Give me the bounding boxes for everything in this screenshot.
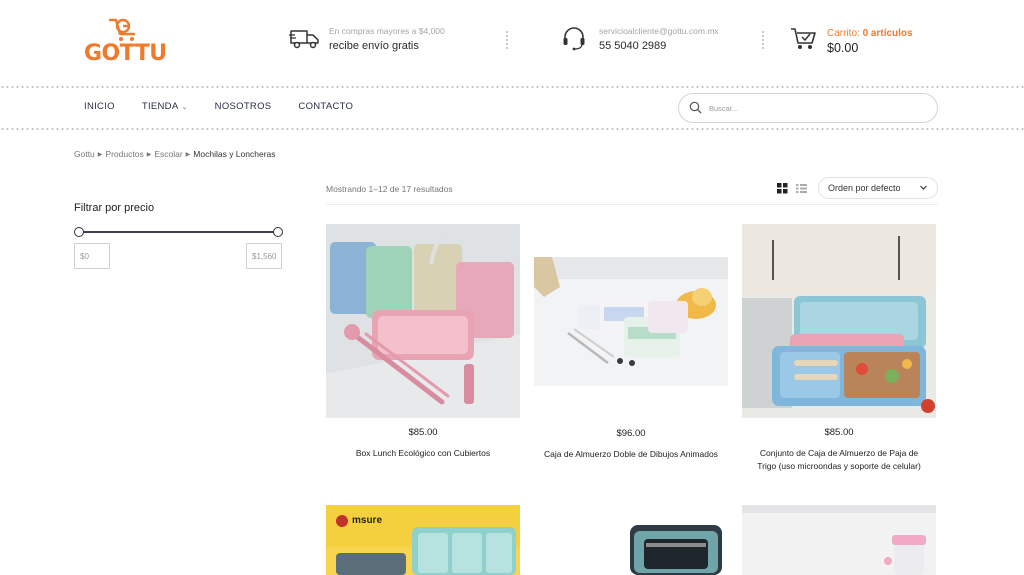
free-shipping-info: En compras mayores a $4,000 recibe envío… — [289, 24, 489, 60]
product-price: $85.00 — [824, 427, 854, 438]
grid-view-icon[interactable] — [777, 183, 788, 194]
msure-brand-label: msure — [352, 515, 383, 526]
cart-icon — [791, 28, 816, 49]
price-max-field[interactable]: $1,560 — [246, 243, 282, 269]
product-image[interactable] — [742, 505, 936, 575]
contact-phone[interactable]: 55 5040 2989 — [599, 40, 666, 52]
slider-max-handle[interactable] — [273, 227, 283, 237]
shipping-note: En compras mayores a $4,000 — [329, 26, 445, 36]
price-min-field[interactable]: $0 — [74, 243, 110, 269]
breadcrumb-link-gottu[interactable]: Gottu — [74, 149, 95, 159]
contact-email[interactable]: servicioalcliente@gottu.com.mx — [599, 26, 719, 36]
nav-contacto[interactable]: CONTACTO — [298, 101, 353, 112]
nav-dotted-divider — [0, 128, 1024, 130]
product-image[interactable] — [326, 224, 520, 418]
cart-summary[interactable]: Carrito: 0 artículos $0.00 — [790, 24, 940, 60]
breadcrumb-link-productos[interactable]: Productos — [105, 149, 143, 159]
header-divider — [762, 30, 764, 50]
nav-nosotros[interactable]: NOSOTROS — [215, 101, 272, 112]
cart-label: Carrito: — [827, 28, 860, 39]
cart-count: Carrito: 0 artículos — [827, 28, 913, 39]
product-image[interactable] — [534, 505, 728, 575]
logo-text: GOTTU — [84, 41, 167, 66]
breadcrumb-sep-icon: ▶ — [97, 152, 103, 158]
site-header: GOTTU En compras mayores a $4,000 recibe… — [0, 0, 1024, 86]
nav-label: TIENDA — [141, 101, 179, 112]
results-divider — [326, 204, 938, 205]
nav-label: CONTACTO — [298, 101, 354, 112]
cart-logo-icon — [108, 18, 136, 41]
nav-label: NOSOTROS — [214, 101, 272, 112]
header-dotted-divider — [0, 86, 1024, 88]
product-image[interactable] — [534, 257, 728, 386]
product-name[interactable]: Box Lunch Ecológico con Cubiertos — [334, 447, 512, 460]
search-box — [678, 93, 938, 123]
product-image[interactable]: msure — [326, 505, 520, 575]
nav-label: INICIO — [84, 101, 115, 112]
nav-inicio[interactable]: INICIO — [84, 101, 115, 112]
slider-track — [78, 231, 278, 233]
search-input[interactable] — [709, 100, 924, 116]
order-by-label: Orden por defecto — [828, 183, 901, 193]
cart-items: 0 artículos — [862, 28, 913, 39]
breadcrumb: Gottu ▶ Productos ▶ Escolar ▶ Mochilas y Lonch… — [74, 149, 276, 159]
product-name[interactable]: Caja de Almuerzo Doble de Dibujos Animad… — [542, 448, 720, 461]
headset-icon — [563, 27, 585, 51]
results-count: Mostrando 1–12 de 17 resultados — [326, 184, 453, 194]
price-filter-title: Filtrar por precio — [74, 202, 155, 214]
breadcrumb-sep-icon: ▶ — [146, 152, 152, 158]
search-icon[interactable] — [689, 101, 702, 114]
list-view-icon[interactable] — [796, 183, 807, 194]
cart-total: $0.00 — [827, 41, 859, 55]
gottu-logo[interactable]: GOTTU — [84, 14, 167, 66]
header-divider — [506, 30, 508, 50]
chevron-down-icon — [920, 185, 927, 190]
main-nav: INICIO TIENDA ⌄ NOSOTROS CONTACTO — [84, 101, 380, 112]
truck-icon — [289, 30, 319, 49]
order-by-select[interactable]: Orden por defecto — [818, 177, 938, 199]
slider-min-handle[interactable] — [74, 227, 84, 237]
nav-tienda[interactable]: TIENDA ⌄ — [142, 101, 188, 112]
breadcrumb-link-escolar[interactable]: Escolar — [154, 149, 182, 159]
product-price: $85.00 — [408, 427, 438, 438]
shipping-text: recibe envío gratis — [329, 40, 419, 52]
chevron-down-icon: ⌄ — [181, 104, 188, 111]
product-price: $96.00 — [616, 428, 646, 439]
contact-info: servicioalcliente@gottu.com.mx 55 5040 2… — [562, 24, 742, 60]
product-name[interactable]: Conjunto de Caja de Almuerzo de Paja de … — [750, 447, 928, 473]
breadcrumb-sep-icon: ▶ — [185, 152, 191, 158]
breadcrumb-current: Mochilas y Loncheras — [193, 149, 276, 159]
product-image[interactable] — [742, 224, 936, 418]
price-range-slider[interactable] — [74, 227, 284, 239]
